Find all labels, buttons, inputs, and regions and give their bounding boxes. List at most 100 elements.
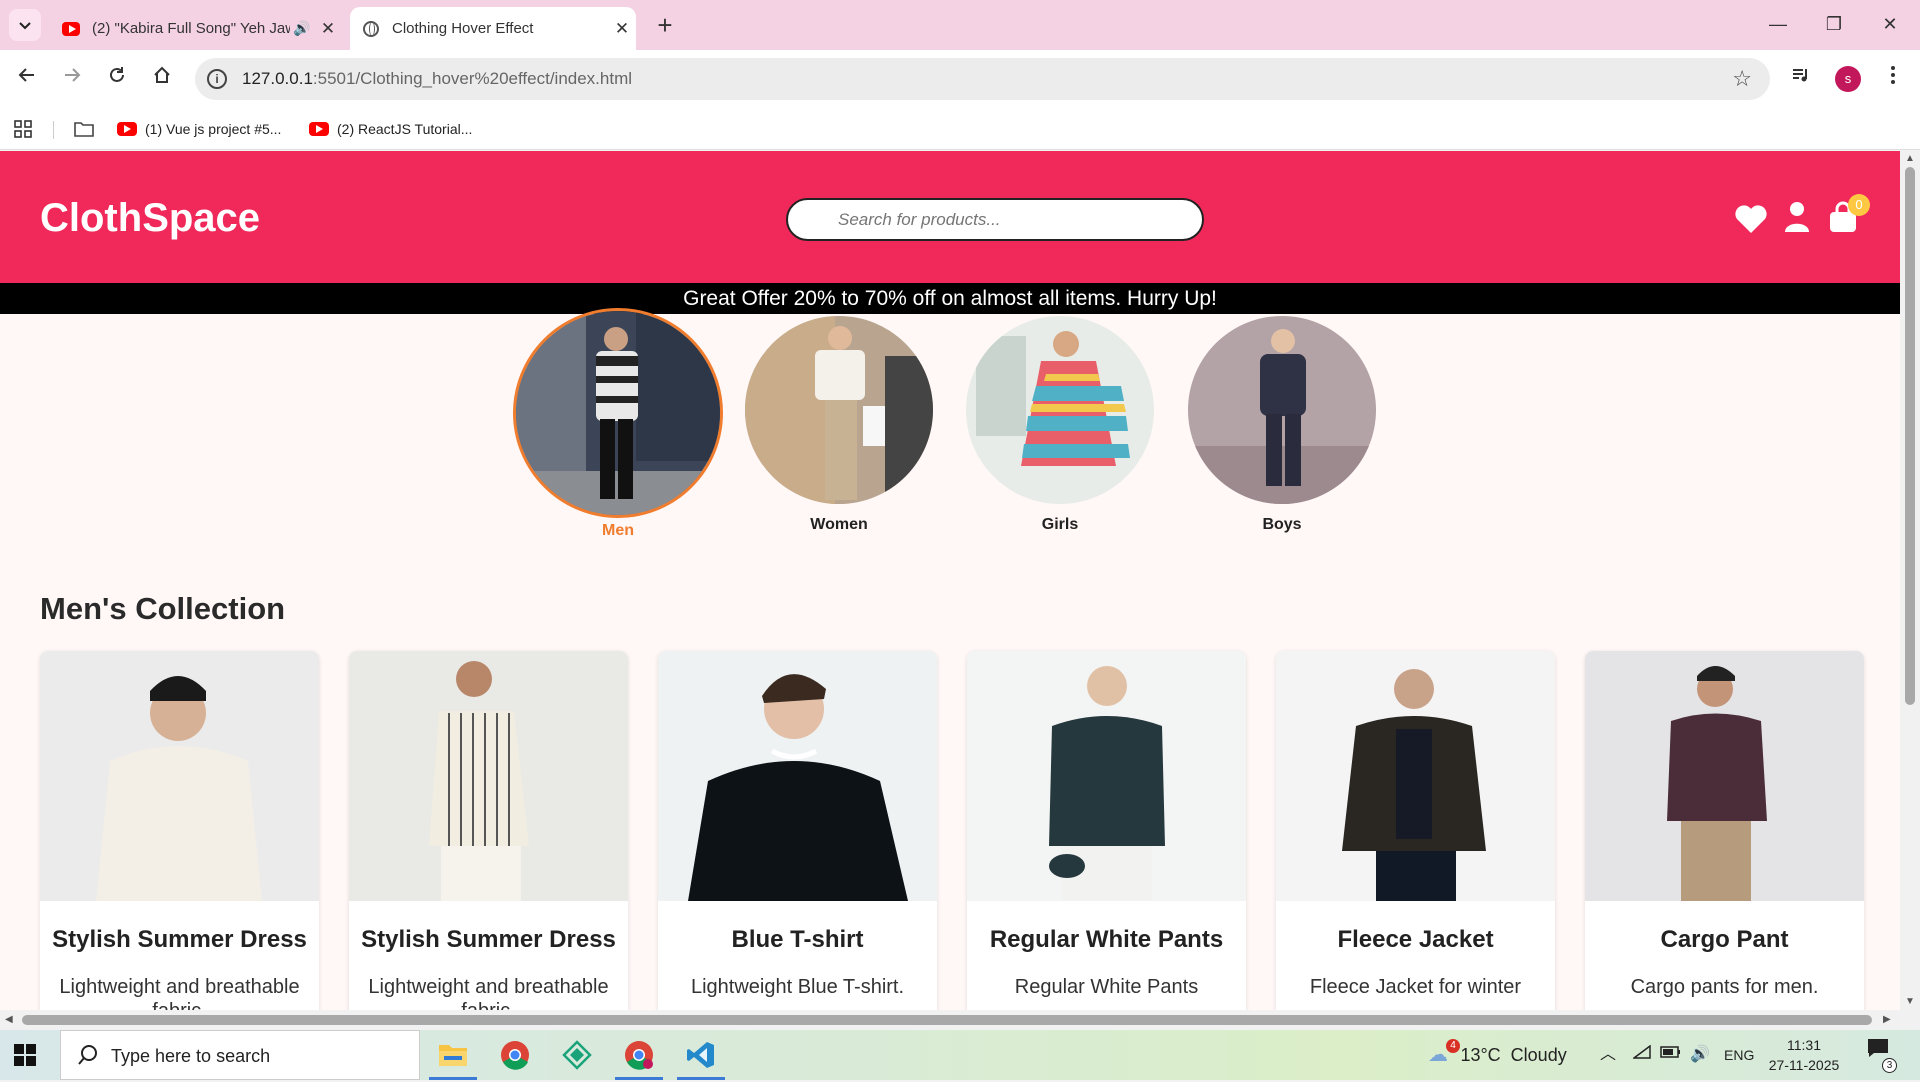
chrome-app[interactable] <box>487 1034 543 1076</box>
speaker-icon[interactable]: 🔊 <box>290 20 314 37</box>
bookmarks-bar: (1) Vue js project #5... (2) ReactJS Tut… <box>0 108 1920 150</box>
scroll-right-icon[interactable]: ▶ <box>1883 1014 1891 1025</box>
home-icon <box>154 66 170 83</box>
product-card[interactable]: Regular White Pants Regular White Pants <box>967 651 1246 1010</box>
apps-button[interactable] <box>14 116 32 142</box>
product-description: Cargo pants for men. <box>1630 976 1819 998</box>
gitkraken-app[interactable] <box>549 1034 605 1076</box>
category-men[interactable]: Men <box>513 308 723 540</box>
product-name: Cargo Pant <box>1660 926 1789 953</box>
address-bar[interactable]: i 127.0.0.1:5501/Clothing_hover%20effect… <box>195 58 1770 100</box>
network-icon[interactable] <box>1631 1030 1651 1080</box>
start-windows-icon[interactable] <box>14 1044 36 1066</box>
product-search-input[interactable] <box>786 198 1204 241</box>
battery-icon[interactable] <box>1660 1030 1682 1080</box>
chevron-down-icon <box>19 22 31 30</box>
vertical-scroll-thumb[interactable] <box>1905 167 1915 705</box>
weather-widget[interactable]: ☁ 4 13°C Cloudy <box>1428 1030 1567 1080</box>
close-window-button[interactable]: ✕ <box>1862 8 1918 40</box>
back-arrow-icon <box>18 68 34 82</box>
category-boys[interactable]: Boys <box>1177 316 1387 534</box>
category-label: Boys <box>1262 516 1302 533</box>
product-card[interactable]: Stylish Summer Dress Lightweight and bre… <box>349 651 628 1010</box>
language-indicator[interactable]: ENG <box>1724 1030 1754 1080</box>
apps-grid-icon <box>14 120 32 138</box>
product-image <box>967 651 1246 901</box>
bookmark-vue-project[interactable]: (1) Vue js project #5... <box>117 116 281 142</box>
clock-time: 11:31 <box>1787 1037 1821 1053</box>
taskbar-search[interactable]: Type here to search <box>60 1030 420 1080</box>
weather-alert-badge: 4 <box>1446 1039 1460 1053</box>
scroll-up-icon[interactable]: ▲ <box>1905 153 1915 164</box>
chrome-profile-app[interactable] <box>611 1034 667 1080</box>
new-tab-button[interactable]: + <box>650 10 680 40</box>
notification-count: 3 <box>1882 1058 1897 1073</box>
site-info-icon[interactable]: i <box>207 69 227 89</box>
vscode-app[interactable] <box>673 1034 729 1080</box>
site-header: ClothSpace 0 <box>0 151 1900 283</box>
user-icon[interactable] <box>1784 201 1810 233</box>
offer-banner: Great Offer 20% to 70% off on almost all… <box>0 283 1900 314</box>
bookmark-label: (2) ReactJS Tutorial... <box>337 121 473 137</box>
horizontal-scrollbar[interactable]: ◀ ▶ <box>0 1010 1920 1030</box>
restore-button[interactable]: ❐ <box>1806 8 1862 40</box>
cart-count-badge: 0 <box>1848 194 1870 216</box>
url-path: :5501/Clothing_hover%20effect/index.html <box>312 69 633 88</box>
product-name: Stylish Summer Dress <box>361 926 616 953</box>
product-description: Fleece Jacket for winter <box>1309 976 1522 998</box>
tab-title: (2) "Kabira Full Song" Yeh Jawaani Hai D… <box>92 20 290 37</box>
chevron-up-icon[interactable]: ︿ <box>1600 1030 1616 1080</box>
site-logo[interactable]: ClothSpace <box>40 196 260 241</box>
scroll-left-icon[interactable]: ◀ <box>5 1014 13 1025</box>
horizontal-scroll-thumb[interactable] <box>22 1015 1872 1025</box>
reload-button[interactable] <box>100 62 134 96</box>
category-boys-image <box>1188 316 1376 504</box>
category-girls-image <box>966 316 1154 504</box>
media-controls-button[interactable] <box>1784 62 1818 96</box>
tab-youtube[interactable]: (2) "Kabira Full Song" Yeh Jawaani Hai D… <box>50 7 342 50</box>
url-host: 127.0.0.1 <box>242 69 313 88</box>
product-card[interactable]: Cargo Pant Cargo pants for men. <box>1585 651 1864 1010</box>
kebab-menu-icon <box>1891 66 1895 84</box>
notification-center-icon[interactable]: 3 <box>1866 1030 1897 1080</box>
vertical-scrollbar[interactable]: ▲ ▼ <box>1900 151 1920 1010</box>
clock-date: 27-11-2025 <box>1768 1057 1840 1073</box>
forward-button[interactable] <box>55 62 89 96</box>
scroll-down-icon[interactable]: ▼ <box>1905 996 1915 1007</box>
back-button[interactable] <box>10 62 44 96</box>
category-women[interactable]: Women <box>734 316 944 534</box>
search-icon <box>78 1045 97 1065</box>
close-tab-icon[interactable]: ✕ <box>608 19 636 39</box>
product-description: Regular White Pants <box>1014 976 1199 998</box>
bookmark-star-icon[interactable]: ☆ <box>1732 66 1752 92</box>
file-explorer-app[interactable] <box>425 1034 481 1080</box>
product-name: Blue T-shirt <box>731 926 864 953</box>
product-card[interactable]: Stylish Summer Dress Lightweight and bre… <box>40 651 319 1010</box>
category-women-image <box>745 316 933 504</box>
tab-clothing-hover[interactable]: Clothing Hover Effect ✕ <box>350 7 636 50</box>
url-text[interactable]: 127.0.0.1:5501/Clothing_hover%20effect/i… <box>242 69 632 89</box>
menu-button[interactable] <box>1876 62 1910 96</box>
bookmarks-folder[interactable] <box>74 116 94 142</box>
minimize-button[interactable]: — <box>1750 8 1806 40</box>
diamond-app-icon <box>562 1040 592 1070</box>
bookmark-react-tutorial[interactable]: (2) ReactJS Tutorial... <box>309 116 472 142</box>
product-description: Lightweight and breathable fabric. <box>59 976 300 1010</box>
page-viewport: ClothSpace 0 Great Offer 20% to 70% off … <box>0 151 1900 1010</box>
product-description: Lightweight Blue T-shirt. <box>690 976 905 998</box>
volume-icon[interactable]: 🔊 <box>1690 1030 1710 1080</box>
clock[interactable]: 11:31 27-11-2025 <box>1762 1035 1846 1075</box>
heart-icon[interactable] <box>1734 204 1768 234</box>
product-card[interactable]: Blue T-shirt Lightweight Blue T-shirt. <box>658 651 937 1010</box>
home-button[interactable] <box>145 62 179 96</box>
folder-icon <box>439 1045 467 1066</box>
profile-avatar[interactable]: s <box>1835 66 1861 92</box>
close-tab-icon[interactable]: ✕ <box>314 19 342 39</box>
globe-icon <box>362 20 380 38</box>
tab-search-button[interactable] <box>9 9 41 41</box>
weather-text: 13°C Cloudy <box>1460 1045 1567 1065</box>
product-card[interactable]: Fleece Jacket Fleece Jacket for winter <box>1276 651 1555 1010</box>
folder-icon <box>74 122 94 137</box>
product-image <box>658 651 937 901</box>
category-girls[interactable]: Girls <box>955 316 1165 534</box>
